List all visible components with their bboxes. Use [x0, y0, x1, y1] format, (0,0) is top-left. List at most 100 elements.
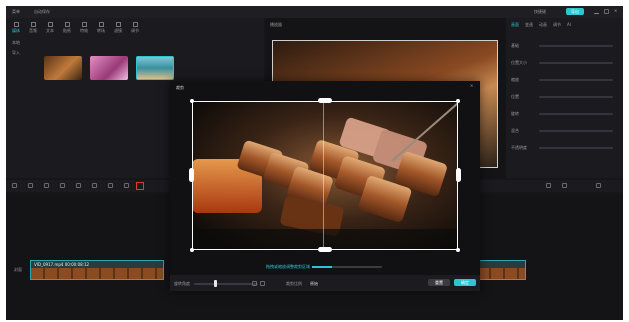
- link-icon[interactable]: [562, 183, 567, 188]
- properties-row-control[interactable]: [539, 45, 613, 47]
- media-tab-5[interactable]: 转场: [97, 22, 105, 33]
- crop-ratio-label: 裁剪比例: [286, 281, 302, 286]
- autosave-label: 自动保存: [34, 9, 50, 14]
- magnet-icon[interactable]: [546, 183, 551, 188]
- properties-row: 位置大小: [511, 55, 619, 72]
- crop-corner-bottom-left[interactable]: [190, 248, 194, 252]
- properties-rows: 基础 位置大小 缩放 位置 旋转 混合 不透明度: [511, 38, 619, 157]
- track-cover-label[interactable]: 封面: [14, 267, 22, 272]
- media-tab-2[interactable]: 文本: [46, 22, 54, 33]
- redo-icon[interactable]: [44, 183, 49, 188]
- media-tab-icon: [115, 22, 121, 27]
- media-tab-label: 音频: [29, 28, 37, 33]
- properties-row-label: 位置: [511, 94, 519, 99]
- crop-tool-icon[interactable]: [136, 182, 144, 190]
- media-tab-icon: [132, 22, 138, 27]
- freeze-icon[interactable]: [92, 183, 97, 188]
- crop-dialog-title: 裁剪: [176, 85, 184, 90]
- delete-icon[interactable]: [76, 183, 81, 188]
- flower-thumbnail[interactable]: [90, 56, 128, 80]
- rotate-angle-label: 旋转角度: [174, 281, 190, 286]
- rotate-angle-thumb[interactable]: [214, 280, 217, 287]
- crop-frame[interactable]: [192, 101, 458, 250]
- properties-tab-2[interactable]: 动画: [539, 22, 547, 27]
- maximize-icon[interactable]: [604, 9, 609, 14]
- clip-filmstrip: [31, 268, 163, 279]
- properties-row-control[interactable]: [539, 79, 613, 81]
- export-button[interactable]: 导出: [566, 8, 584, 15]
- media-side-import[interactable]: 导入: [12, 50, 20, 55]
- media-tab-icon: [47, 22, 53, 27]
- properties-row-control[interactable]: [539, 147, 613, 149]
- media-tab-6[interactable]: 滤镜: [114, 22, 122, 33]
- crop-handle-right[interactable]: [456, 168, 461, 182]
- timeline-clip-right[interactable]: [476, 260, 526, 280]
- media-tab-label: 调节: [131, 28, 139, 33]
- properties-tab-bar: 画面 变速 动画 调节 AI: [511, 22, 571, 27]
- rotate-icon[interactable]: [124, 183, 129, 188]
- food-thumbnail[interactable]: [44, 56, 82, 80]
- media-tab-bar: 媒体 音频 文本 贴纸 特效 转场 滤镜 调节: [12, 22, 139, 33]
- clip-label: VID_0917.mp4 00:00:08:12: [34, 262, 90, 267]
- crop-confirm-button[interactable]: 确定: [454, 279, 476, 286]
- crop-info-slider[interactable]: [312, 266, 382, 268]
- media-tab-icon: [64, 22, 70, 27]
- menu-button[interactable]: 菜单: [12, 9, 20, 14]
- minimize-icon[interactable]: [594, 9, 599, 14]
- close-icon[interactable]: ×: [614, 8, 617, 13]
- properties-tab-1[interactable]: 变速: [525, 22, 533, 27]
- beach-thumbnail[interactable]: [136, 56, 174, 80]
- shortcut-button[interactable]: 快捷键: [534, 9, 546, 14]
- media-tab-label: 转场: [97, 28, 105, 33]
- rotate-right-icon[interactable]: [260, 281, 265, 286]
- properties-row: 旋转: [511, 106, 619, 123]
- crop-corner-bottom-right[interactable]: [456, 248, 460, 252]
- crop-handle-top[interactable]: [318, 98, 332, 103]
- crop-info-slider-fill: [312, 266, 332, 268]
- properties-tab-0[interactable]: 画面: [511, 22, 519, 27]
- media-tab-label: 媒体: [12, 28, 20, 33]
- media-tab-icon: [98, 22, 104, 27]
- media-side-local[interactable]: 本地: [12, 40, 20, 45]
- properties-tab-4[interactable]: AI: [567, 22, 571, 27]
- properties-row-control[interactable]: [539, 113, 613, 115]
- mirror-icon[interactable]: [108, 183, 113, 188]
- crop-info-text: 拖拽或缩放调整裁剪区域: [266, 264, 310, 269]
- properties-row-control[interactable]: [539, 62, 613, 64]
- crop-handle-left[interactable]: [189, 168, 194, 182]
- properties-row-label: 缩放: [511, 77, 519, 82]
- properties-row-label: 基础: [511, 43, 519, 48]
- rotate-angle-slider[interactable]: [194, 283, 258, 285]
- properties-row-control[interactable]: [539, 130, 613, 132]
- media-tab-7[interactable]: 调节: [131, 22, 139, 33]
- select-tool-icon[interactable]: [12, 183, 17, 188]
- title-bar: 菜单 自动保存 快捷键 导出 ×: [6, 6, 623, 18]
- crop-handle-bottom[interactable]: [318, 247, 332, 252]
- crop-corner-top-right[interactable]: [456, 99, 460, 103]
- properties-row-control[interactable]: [539, 96, 613, 98]
- zoom-icon[interactable]: [596, 183, 601, 188]
- crop-reset-button[interactable]: 重置: [428, 279, 450, 286]
- media-tab-icon: [81, 22, 87, 27]
- media-tab-icon: [13, 22, 19, 27]
- media-tab-3[interactable]: 贴纸: [63, 22, 71, 33]
- media-tab-label: 滤镜: [114, 28, 122, 33]
- rotate-left-icon[interactable]: [252, 281, 257, 286]
- media-tab-1[interactable]: 音频: [29, 22, 37, 33]
- properties-row: 缩放: [511, 72, 619, 89]
- crop-ratio-select[interactable]: 原始: [310, 281, 318, 286]
- media-tab-0[interactable]: 媒体: [12, 22, 20, 33]
- clip-filmstrip-right: [477, 268, 525, 279]
- editor-window: 菜单 自动保存 快捷键 导出 × 媒体 音频 文本 贴纸 特效 转场 滤镜 调节 本地 导入 …: [6, 6, 623, 320]
- media-tab-4[interactable]: 特效: [80, 22, 88, 33]
- media-tab-label: 特效: [80, 28, 88, 33]
- media-tab-label: 文本: [46, 28, 54, 33]
- properties-row-label: 旋转: [511, 111, 519, 116]
- timeline-clip-left[interactable]: VID_0917.mp4 00:00:08:12: [30, 260, 164, 280]
- properties-tab-3[interactable]: 调节: [553, 22, 561, 27]
- crop-dialog-close-icon[interactable]: ×: [470, 83, 473, 88]
- properties-row: 混合: [511, 123, 619, 140]
- split-icon[interactable]: [60, 183, 65, 188]
- undo-icon[interactable]: [28, 183, 33, 188]
- crop-corner-top-left[interactable]: [190, 99, 194, 103]
